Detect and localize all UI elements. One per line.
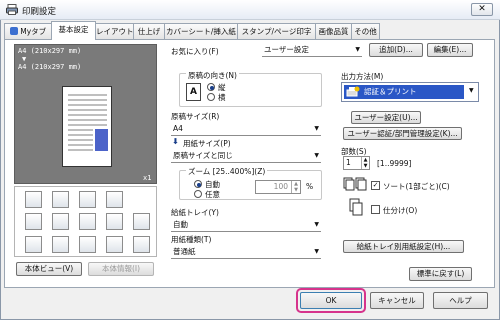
favorites-dropdown[interactable]: ユーザー設定 (262, 43, 362, 57)
tab-label: カバーシート/挿入紙 (166, 27, 236, 36)
tab-basic[interactable]: 基本設定 (51, 21, 96, 40)
copies-range: [1..9999] (377, 159, 412, 168)
collate-icon (343, 177, 367, 191)
stamp-icon (106, 213, 123, 230)
help-button[interactable]: ヘルプ (433, 292, 488, 309)
chevron-down-icon: ▼ (469, 87, 474, 94)
preview-paper (62, 86, 112, 167)
printer-info-button[interactable]: 本体情報(I) (88, 262, 154, 276)
paper-type-dropdown[interactable]: 普通紙 (171, 245, 321, 259)
tray-paper-settings-button[interactable]: 給紙トレイ別用紙設定(H)... (343, 240, 464, 253)
offset-label: 仕分け(O) (383, 206, 418, 215)
box-icon (133, 236, 150, 253)
title-bar (0, 0, 500, 20)
favorites-add-button[interactable]: 追加(D)... (369, 43, 423, 57)
portrait-icon: A (186, 83, 201, 101)
secure-icon (106, 236, 123, 253)
ok-button[interactable]: OK (300, 292, 362, 309)
portrait-radio[interactable] (207, 83, 215, 91)
printer-icon (6, 4, 18, 15)
zoom-label: ズーム [25..400%](Z) (186, 166, 268, 177)
auth-print-icon (346, 86, 360, 97)
offset-checkbox[interactable] (371, 205, 380, 214)
account-icon (79, 236, 96, 253)
collate-checkbox[interactable]: ✓ (371, 181, 380, 190)
landscape-radio[interactable] (207, 93, 215, 101)
user-settings-button[interactable]: ユーザー設定(U)... (351, 111, 421, 124)
paper-type-label: 用紙種類(T) (171, 235, 212, 244)
copies-spinner[interactable]: ▲ ▼ (361, 157, 369, 169)
paper-tray-dropdown[interactable]: 自動 (171, 218, 321, 232)
duplex-icon (25, 191, 42, 208)
preview-arrow: ▼ (22, 55, 27, 63)
original-size-dropdown[interactable]: A4 (171, 122, 321, 136)
tab-stamp[interactable]: スタンプ/ページ印字 (237, 23, 316, 39)
zoom-spinner[interactable]: ▲ ▼ (291, 181, 300, 193)
tab-cover-sheet[interactable]: カバーシート/挿入紙 (164, 23, 238, 39)
tab-my-tab[interactable]: Myタブ (4, 23, 52, 39)
output-method-label: 出力方法(M) (341, 72, 384, 81)
punch-icon (79, 191, 96, 208)
tab-other[interactable]: その他 (351, 23, 380, 39)
preview-paper-size: A4 (210x297 mm) (18, 63, 82, 71)
booklet-icon (52, 213, 69, 230)
user-auth-icon (52, 236, 69, 253)
zoom-manual-label: 任意 (205, 190, 220, 199)
watermark-icon (133, 213, 150, 230)
tab-label: レイアウト (96, 27, 134, 36)
original-size-label: 原稿サイズ(R) (171, 112, 220, 121)
collate-label: ソート(1部ごと)(C) (383, 182, 450, 191)
print-icon (25, 236, 42, 253)
paper-size-dropdown[interactable]: 原稿サイズと同じ (171, 149, 321, 163)
staple-icon (52, 191, 69, 208)
fold-icon (106, 191, 123, 208)
landscape-label: 横 (218, 93, 226, 102)
tab-layout[interactable]: レイアウト (95, 23, 134, 39)
zoom-unit: % (306, 182, 314, 191)
preview-original-size: A4 (210x297 mm) (18, 47, 82, 55)
zoom-auto-radio[interactable] (194, 180, 202, 188)
tab-label: Myタブ (20, 27, 47, 36)
printer-view-button[interactable]: 本体ビュー(V) (16, 262, 82, 276)
favorites-edit-button[interactable]: 編集(E)... (427, 43, 473, 57)
close-icon: ✕ (478, 4, 486, 14)
window-title: 印刷設定 (22, 7, 57, 17)
text-icon (79, 213, 96, 230)
orientation-label: 原稿の向き(N) (186, 70, 239, 81)
tab-label: 基本設定 (58, 25, 89, 34)
output-method-value: 認証＆プリント (364, 87, 417, 96)
output-method-dropdown[interactable]: 認証＆プリント ▼ (341, 82, 479, 102)
tab-label: 仕上げ (137, 27, 161, 36)
combine-icon (25, 213, 42, 230)
cancel-button[interactable]: キャンセル (370, 292, 424, 309)
preview-page-lines (68, 94, 108, 151)
tab-label: 画像品質 (318, 27, 349, 36)
my-tab-icon (9, 27, 18, 35)
preview-copies: x1 (143, 174, 152, 182)
zoom-manual-radio[interactable] (194, 190, 202, 198)
tab-label: その他 (354, 27, 377, 36)
close-button[interactable]: ✕ (471, 3, 493, 16)
arrow-down-icon: ⬇ (172, 137, 179, 146)
paper-tray-label: 給紙トレイ(Y) (171, 208, 219, 217)
favorites-label: お気に入り(F) (171, 47, 219, 56)
tab-finishing[interactable]: 仕上げ (133, 23, 165, 39)
tab-image-quality[interactable]: 画像品質 (315, 23, 352, 39)
restore-default-button[interactable]: 標準に戻す(L) (409, 267, 472, 281)
paper-size-label: 用紙サイズ(P) (183, 139, 231, 148)
offset-icon (349, 198, 363, 216)
auth-settings-button[interactable]: ユーザー認証/部門管理設定(K)... (343, 127, 462, 140)
tab-label: スタンプ/ページ印字 (241, 27, 312, 36)
